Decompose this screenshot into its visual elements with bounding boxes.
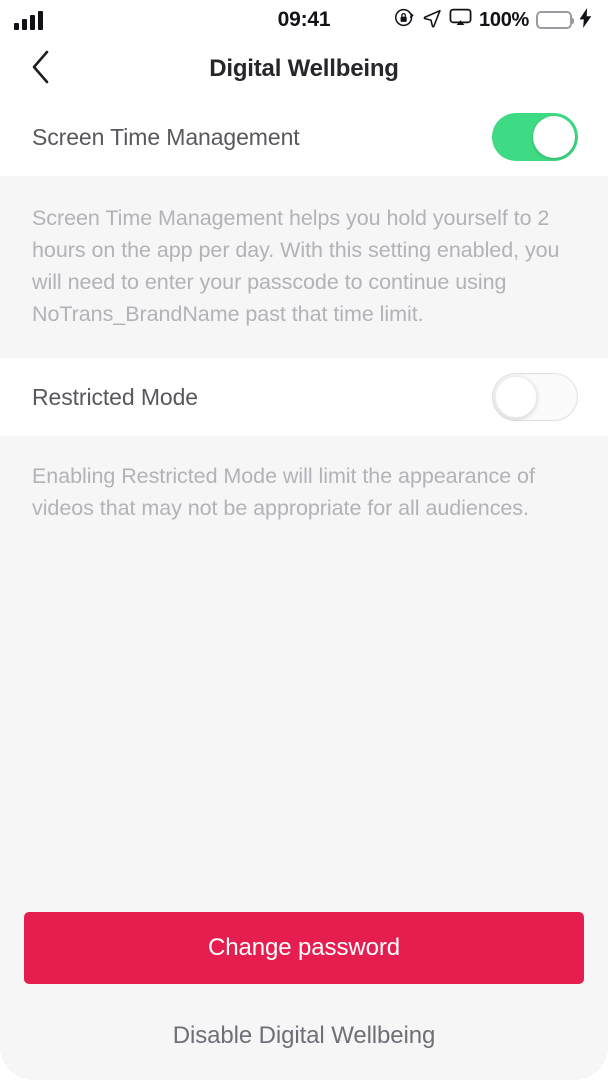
description-restricted-mode: Enabling Restricted Mode will limit the …: [0, 436, 608, 550]
screen-mirroring-icon: [449, 7, 472, 33]
settings-list: Screen Time Management Screen Time Manag…: [0, 98, 608, 1080]
nav-bar: Digital Wellbeing: [0, 40, 608, 98]
toggle-knob: [533, 116, 575, 158]
setting-label-restricted-mode: Restricted Mode: [32, 383, 198, 410]
toggle-knob: [494, 375, 537, 418]
back-button[interactable]: [20, 48, 62, 90]
status-bar: 09:41 100%: [0, 0, 608, 40]
rotation-lock-icon: [394, 7, 415, 33]
setting-label-screen-time-management: Screen Time Management: [32, 123, 300, 150]
disable-digital-wellbeing-link[interactable]: Disable Digital Wellbeing: [24, 1022, 584, 1054]
location-arrow-icon: [422, 8, 442, 33]
signal-bars-icon: [14, 10, 43, 30]
chevron-left-icon: [30, 50, 52, 89]
change-password-button[interactable]: Change password: [24, 912, 584, 984]
lightning-bolt-icon: [579, 7, 592, 33]
setting-row-restricted-mode[interactable]: Restricted Mode: [0, 358, 608, 436]
battery-icon: [536, 11, 574, 29]
toggle-screen-time-management[interactable]: [492, 113, 578, 161]
description-screen-time-management: Screen Time Management helps you hold yo…: [0, 176, 608, 358]
status-icons-group: 100%: [394, 7, 592, 33]
battery-percent-label: 100%: [479, 8, 529, 31]
page-title: Digital Wellbeing: [209, 55, 399, 82]
footer-actions: Change password Disable Digital Wellbein…: [0, 912, 608, 1080]
phone-screen: 09:41 100% Digital Wellbeing Screen Time…: [0, 0, 608, 1080]
content-spacer: [0, 550, 608, 912]
toggle-restricted-mode[interactable]: [492, 373, 578, 421]
setting-row-screen-time-management[interactable]: Screen Time Management: [0, 98, 608, 176]
